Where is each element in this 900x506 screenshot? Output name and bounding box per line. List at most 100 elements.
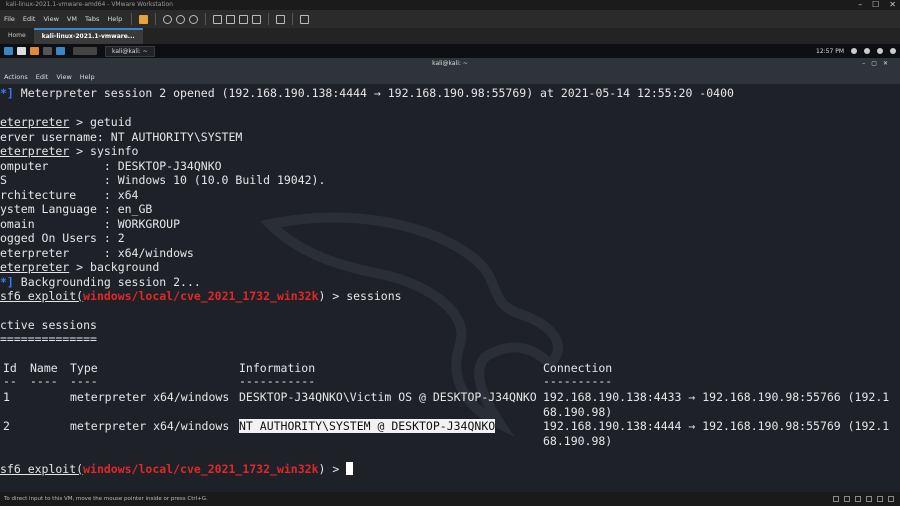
session-opened-line: *] Meterpreter session 2 opened (192.168… bbox=[0, 86, 734, 100]
menu-file[interactable]: File bbox=[0, 15, 19, 23]
background-command-line: eterpreter > background bbox=[0, 260, 160, 274]
close-icon[interactable]: ✕ bbox=[889, 0, 896, 10]
terminal-menu-actions[interactable]: Actions bbox=[0, 73, 32, 81]
header-rule-id: -- bbox=[3, 374, 17, 388]
usb-icon[interactable] bbox=[866, 496, 872, 502]
column-header-type: Type bbox=[70, 361, 98, 375]
terminal-title-bar: kali@kali: ~ –▢✕ bbox=[0, 58, 900, 70]
menu-edit[interactable]: Edit bbox=[19, 15, 40, 23]
terminal-window-controls[interactable]: –▢✕ bbox=[862, 58, 894, 70]
terminal-menu-view[interactable]: View bbox=[52, 73, 75, 81]
session-1-type: meterpreter x64/windows bbox=[70, 390, 230, 404]
terminal-menu-help[interactable]: Help bbox=[76, 73, 99, 81]
power-icon[interactable] bbox=[890, 48, 896, 54]
session-1-information: DESKTOP-J34QNKO\Victim OS @ DESKTOP-J34Q… bbox=[239, 390, 537, 404]
vmware-menubar: File Edit View VM Tabs Help bbox=[0, 10, 900, 28]
vmware-tab-bar: Home kali-linux-2021.1-vmware... bbox=[0, 28, 900, 44]
vmware-title-bar: kali-linux-2021.1-vmware-amd64 - VMware … bbox=[0, 0, 900, 10]
hard-disk-icon[interactable] bbox=[833, 496, 839, 502]
session-2-information-selected[interactable]: NT AUTHORITY\SYSTEM @ DESKTOP-J34QNKO bbox=[239, 419, 496, 433]
column-header-connection: Connection bbox=[543, 361, 613, 375]
toolbar-divider bbox=[268, 13, 270, 25]
active-sessions-underline: ============== bbox=[0, 332, 97, 346]
terminal-title: kali@kali: ~ bbox=[432, 60, 468, 67]
vmware-status-bar: To direct input to this VM, move the mou… bbox=[0, 492, 900, 506]
header-rule-name: ---- bbox=[30, 374, 58, 388]
cd-drive-icon[interactable] bbox=[844, 496, 850, 502]
header-rule-connection: ---------- bbox=[543, 374, 613, 388]
server-username-line: erver username: NT AUTHORITY\SYSTEM bbox=[0, 129, 243, 144]
column-header-id: Id bbox=[3, 361, 17, 375]
file-manager-icon[interactable] bbox=[30, 47, 39, 55]
stretch-view-icon[interactable] bbox=[300, 14, 310, 24]
sessions-command-line: sf6 exploit(windows/local/cve_2021_1732_… bbox=[0, 289, 402, 303]
maximize-icon[interactable]: ☐ bbox=[872, 0, 879, 10]
sysinfo-domain: omain : WORKGROUP bbox=[0, 216, 181, 231]
session-2-connection-wrap: 68.190.98) bbox=[543, 433, 613, 448]
toolbar-divider bbox=[131, 13, 133, 25]
session-2-connection: 192.168.190.138:4444 → 192.168.190.98:55… bbox=[543, 419, 890, 433]
header-rule-type: ---- bbox=[70, 374, 98, 388]
minimize-icon[interactable]: – bbox=[858, 0, 862, 10]
session-1-connection-wrap: 68.190.98) bbox=[543, 404, 613, 419]
toolbar-divider bbox=[205, 13, 207, 25]
sysinfo-command-line: eterpreter > sysinfo bbox=[0, 144, 139, 158]
menu-help[interactable]: Help bbox=[103, 15, 126, 23]
status-marker: *] bbox=[0, 274, 21, 289]
status-marker: *] bbox=[0, 86, 21, 100]
manage-snapshots-icon[interactable] bbox=[189, 14, 199, 24]
pause-vm-icon[interactable] bbox=[139, 14, 149, 24]
status-text: To direct input to this VM, move the mou… bbox=[4, 496, 208, 502]
sysinfo-computer: omputer : DESKTOP-J34QNKO bbox=[0, 158, 222, 173]
menu-tabs[interactable]: Tabs bbox=[81, 15, 103, 23]
active-sessions-heading: ctive sessions bbox=[0, 318, 97, 332]
terminal-launcher-icon[interactable] bbox=[43, 47, 52, 55]
window-controls: – ☐ ✕ bbox=[858, 0, 896, 10]
workspace-switcher[interactable] bbox=[73, 47, 97, 55]
device-icons bbox=[833, 496, 894, 502]
taskbar-terminal-item[interactable]: kali@kali: ~ bbox=[105, 45, 155, 57]
sound-card-icon[interactable] bbox=[877, 496, 883, 502]
menu-view[interactable]: View bbox=[39, 15, 62, 23]
current-prompt-line[interactable]: sf6 exploit(windows/local/cve_2021_1732_… bbox=[0, 462, 354, 476]
column-header-information: Information bbox=[239, 361, 316, 375]
sysinfo-language: ystem Language : en_GB bbox=[0, 202, 153, 216]
fullscreen-icon[interactable] bbox=[239, 14, 249, 24]
session-1-connection: 192.168.190.138:4433 → 192.168.190.98:55… bbox=[543, 390, 890, 404]
kali-menu-icon[interactable] bbox=[4, 47, 13, 55]
menu-vm[interactable]: VM bbox=[63, 15, 81, 23]
session-1-id: 1 bbox=[3, 390, 10, 404]
browser-icon[interactable] bbox=[56, 47, 65, 55]
sysinfo-architecture: rchitecture : x64 bbox=[0, 187, 139, 202]
session-2-id: 2 bbox=[3, 419, 10, 433]
thumbnail-icon[interactable] bbox=[226, 14, 236, 24]
backgrounding-line: *] Backgrounding session 2... bbox=[0, 274, 201, 289]
library-icon[interactable] bbox=[213, 14, 223, 24]
text-cursor bbox=[346, 462, 354, 475]
console-icon[interactable] bbox=[276, 14, 286, 24]
toolbar-divider bbox=[292, 13, 294, 25]
header-rule-information: ----------- bbox=[239, 374, 316, 388]
sysinfo-os: S : Windows 10 (10.0 Build 19042). bbox=[0, 173, 326, 187]
snapshot-icon[interactable] bbox=[163, 14, 173, 24]
clock[interactable]: 12:57 PM bbox=[816, 48, 844, 55]
toolbar-divider bbox=[155, 13, 157, 25]
getuid-command-line: eterpreter > getuid bbox=[0, 115, 132, 129]
tab-home[interactable]: Home bbox=[0, 28, 34, 44]
terminal-output[interactable]: *] Meterpreter session 2 opened (192.168… bbox=[0, 84, 900, 492]
network-adapter-icon[interactable] bbox=[855, 496, 861, 502]
tab-kali-vm[interactable]: kali-linux-2021.1-vmware... bbox=[33, 28, 143, 44]
volume-icon[interactable] bbox=[864, 48, 870, 54]
unity-icon[interactable] bbox=[252, 14, 262, 24]
display-icon[interactable] bbox=[888, 496, 894, 502]
workspace-icon[interactable] bbox=[17, 47, 26, 55]
terminal-menu-edit[interactable]: Edit bbox=[32, 73, 53, 81]
network-icon[interactable] bbox=[877, 48, 883, 54]
terminal-menubar: Actions Edit View Help bbox=[0, 70, 900, 84]
session-2-type: meterpreter x64/windows bbox=[70, 419, 230, 433]
sysinfo-meterpreter: eterpreter : x64/windows bbox=[0, 245, 194, 260]
revert-snapshot-icon[interactable] bbox=[176, 14, 186, 24]
notification-icon[interactable] bbox=[851, 48, 857, 54]
system-tray: 12:57 PM bbox=[816, 44, 896, 58]
vmware-window-title: kali-linux-2021.1-vmware-amd64 - VMware … bbox=[6, 1, 173, 8]
